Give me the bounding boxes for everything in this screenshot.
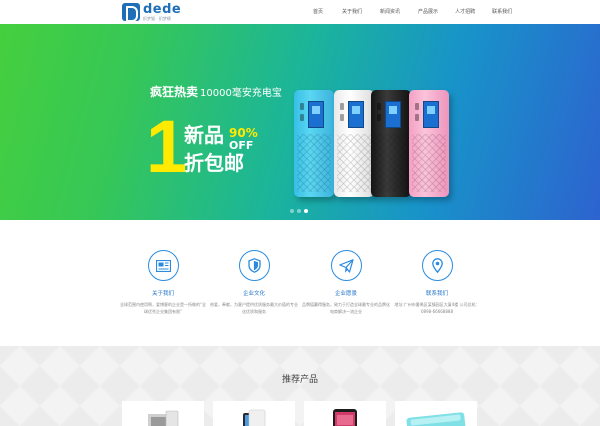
product-card[interactable] <box>122 401 204 426</box>
product-card[interactable] <box>395 401 477 426</box>
site-logo[interactable]: dede 织梦猫 · 织梦模 <box>122 2 182 22</box>
banner-headline-text: 疯狂热卖 <box>150 85 199 99</box>
feature-about: 关于我们 全球范围内使用啊，爱博客的企业是一所做的“全球优秀企业集团有限” <box>113 250 213 315</box>
feature-title[interactable]: 企业愿景 <box>296 289 396 297</box>
banner-promo-line1: 新品 <box>184 123 224 147</box>
banner-off-badge: 90% OFF <box>229 127 258 151</box>
feature-desc: 品牌值赢得服务，致力于打造全球最专业的品牌化电商解决一流企业 <box>302 302 390 314</box>
features-section: 关于我们 全球范围内使用啊，爱博客的企业是一所做的“全球优秀企业集团有限” 企业… <box>0 220 600 346</box>
banner-promo-line2: 折包邮 <box>184 151 244 175</box>
banner-capacity: 10000毫安充电宝 <box>200 88 282 99</box>
product-image <box>406 412 466 426</box>
product-image <box>243 409 266 426</box>
product-card[interactable] <box>304 401 386 426</box>
nav-home[interactable]: 首页 <box>313 0 323 24</box>
hero-banner[interactable]: 疯狂热卖 10000毫安充电宝 1 新品 90% OFF 折包邮 <box>0 24 600 220</box>
feature-desc: 全球范围内使用啊，爱博客的企业是一所做的“全球优秀企业集团有限” <box>119 302 207 314</box>
power-bank-pink-image <box>409 90 449 197</box>
power-bank-white-image <box>334 90 374 197</box>
map-pin-icon[interactable] <box>421 250 453 281</box>
banner-headline: 疯狂热卖 10000毫安充电宝 <box>150 83 282 100</box>
power-bank-blue-image <box>294 90 334 197</box>
banner-off-word: OFF <box>229 139 254 152</box>
carousel-dots <box>290 209 311 213</box>
nav-about[interactable]: 关于我们 <box>342 0 362 24</box>
feature-culture: 企业文化 热爱，奉献，为客户提供优质服务最大价值的专业化优质和服务 <box>204 250 304 315</box>
feature-desc: 地址:广州市番禺区某镇园区大厦4楼 公司总机：0898-66668888 <box>394 302 480 314</box>
nav-products[interactable]: 产品展示 <box>418 0 438 24</box>
product-image <box>333 409 357 426</box>
carousel-dot[interactable] <box>297 209 301 213</box>
nav-jobs[interactable]: 人才招聘 <box>455 0 475 24</box>
feature-title[interactable]: 关于我们 <box>113 289 213 297</box>
feature-contact: 联系我们 地址:广州市番禺区某镇园区大厦4楼 公司总机：0898-6666888… <box>387 250 487 315</box>
logo-word: dede <box>143 2 182 17</box>
site-header: dede 织梦猫 · 织梦模 首页 关于我们 新闻资讯 产品展示 人才招聘 联系… <box>0 0 600 24</box>
products-title: 推荐产品 <box>281 375 318 385</box>
main-nav: 首页 关于我们 新闻资讯 产品展示 人才招聘 联系我们 <box>305 0 512 24</box>
nav-news[interactable]: 新闻资讯 <box>380 0 400 24</box>
carousel-dot[interactable] <box>290 209 294 213</box>
logo-mark-icon <box>122 3 140 22</box>
nav-contact[interactable]: 联系我们 <box>492 0 512 24</box>
paper-plane-icon[interactable] <box>330 250 362 281</box>
banner-big-number: 1 <box>146 105 188 188</box>
feature-title[interactable]: 企业文化 <box>204 289 304 297</box>
carousel-dot-active[interactable] <box>304 209 308 213</box>
product-image <box>148 410 179 426</box>
newspaper-icon[interactable] <box>147 250 179 281</box>
feature-desc: 热爱，奉献，为客户提供优质服务最大价值的专业化优质和服务 <box>210 302 298 314</box>
product-card[interactable] <box>213 401 295 426</box>
logo-tagline: 织梦猫 · 织梦模 <box>143 16 171 21</box>
shield-icon[interactable] <box>238 250 270 281</box>
feature-vision: 企业愿景 品牌值赢得服务，致力于打造全球最专业的品牌化电商解决一流企业 <box>296 250 396 315</box>
power-bank-black-image <box>371 90 411 197</box>
banner-off-percent: 90% <box>229 126 258 140</box>
feature-title[interactable]: 联系我们 <box>387 289 487 297</box>
products-section: 推荐产品 <box>0 346 600 426</box>
